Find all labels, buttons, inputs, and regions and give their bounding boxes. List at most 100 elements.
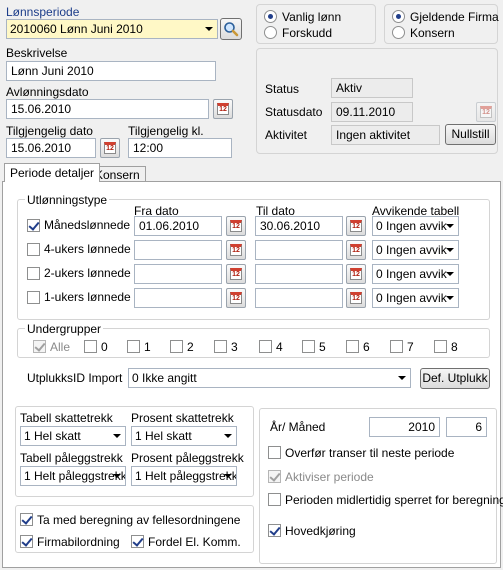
radio-group-company[interactable] [392, 26, 405, 39]
one-week-from-calendar[interactable]: 12 [226, 288, 246, 308]
subgroup-8-checkbox[interactable] [434, 340, 447, 353]
available-date-calendar-button[interactable]: 12 [100, 138, 120, 158]
calendar-icon: 12 [350, 292, 362, 304]
one-week-to-calendar[interactable]: 12 [346, 288, 366, 308]
payout-type-title: Utlønningstype [25, 193, 110, 207]
one-week-deviation-select[interactable]: 0 Ingen avvik [372, 288, 459, 308]
advance-label: Forskudd [282, 26, 333, 40]
two-week-checkbox[interactable] [27, 267, 40, 280]
paydate-label: Avlønningsdato [6, 85, 89, 99]
paydate-field[interactable]: 15.06.2010 [6, 99, 209, 119]
monthly-checkbox[interactable] [27, 219, 40, 232]
four-week-deviation-select[interactable]: 0 Ingen avvik [372, 240, 459, 260]
four-week-label: 4-ukers lønnede [44, 242, 131, 256]
transfer-checkbox[interactable] [268, 446, 281, 459]
main-run-checkbox[interactable] [268, 524, 281, 537]
four-week-from-field[interactable] [134, 240, 222, 260]
period-locked-checkbox[interactable] [268, 493, 281, 506]
chevron-down-icon [113, 474, 121, 478]
available-date-field[interactable]: 15.06.2010 [6, 138, 96, 158]
year-field[interactable]: 2010 [369, 417, 440, 437]
calendar-icon: 12 [104, 142, 116, 154]
month-field[interactable]: 6 [446, 417, 487, 437]
subgroup-0-label: 0 [101, 340, 108, 354]
one-week-to-field[interactable] [255, 288, 343, 308]
import-label: UtplukksID Import [27, 371, 123, 385]
subgroup-5-checkbox[interactable] [302, 340, 315, 353]
two-week-deviation-select[interactable]: 0 Ingen avvik [372, 264, 459, 284]
available-time-field[interactable]: 12:00 [128, 138, 232, 158]
period-value: 2010060 Lønn Juni 2010 [10, 22, 143, 36]
status-field: Aktiv [331, 78, 413, 98]
subgroup-7-label: 7 [407, 340, 414, 354]
group-company-label: Konsern [410, 26, 455, 40]
statusdate-field: 09.11.2010 [331, 102, 413, 122]
calendar-icon: 12 [480, 106, 492, 118]
define-selection-button[interactable]: Def. Utplukk [420, 368, 490, 389]
calendar-icon: 12 [230, 220, 242, 232]
subgroup-all-label: Alle [50, 340, 71, 354]
lien-pct-select[interactable]: 1 Helt påleggstrekk [131, 466, 237, 486]
four-week-to-field[interactable] [255, 240, 343, 260]
paydate-calendar-button[interactable]: 12 [213, 99, 233, 119]
subgroup-7-checkbox[interactable] [390, 340, 403, 353]
regular-pay-label: Vanlig lønn [282, 10, 342, 24]
subgroup-0-checkbox[interactable] [84, 340, 97, 353]
radio-regular-pay[interactable] [264, 10, 277, 23]
one-week-from-field[interactable] [134, 288, 222, 308]
monthly-to-field[interactable]: 30.06.2010 [255, 216, 343, 236]
calendar-icon: 12 [230, 268, 242, 280]
two-week-to-field[interactable] [255, 264, 343, 284]
four-week-to-calendar[interactable]: 12 [346, 240, 366, 260]
chevron-down-icon [224, 474, 232, 478]
monthly-from-calendar[interactable]: 12 [226, 216, 246, 236]
tax-table-select[interactable]: 1 Hel skatt [20, 426, 126, 446]
monthly-to-calendar[interactable]: 12 [346, 216, 366, 236]
company-car-checkbox[interactable] [20, 535, 33, 548]
calendar-icon: 12 [350, 244, 362, 256]
period-locked-label: Perioden midlertidig sperret for beregni… [285, 493, 503, 507]
two-week-to-calendar[interactable]: 12 [346, 264, 366, 284]
import-select[interactable]: 0 Ikke angitt [128, 368, 411, 388]
subgroup-4-label: 4 [276, 340, 283, 354]
one-week-checkbox[interactable] [27, 291, 40, 304]
lien-table-select[interactable]: 1 Helt påleggstrekk [20, 466, 126, 486]
activity-field: Ingen aktivitet [331, 125, 440, 145]
period-select[interactable]: 2010060 Lønn Juni 2010 [6, 19, 218, 39]
reset-button[interactable]: Nullstill [445, 124, 496, 145]
tab-period-details[interactable]: Periode detaljer [4, 163, 101, 182]
tax-pct-label: Prosent skattetrekk [131, 411, 234, 425]
monthly-from-field[interactable]: 01.06.2010 [134, 216, 222, 236]
transfer-label: Overfør transer til neste periode [285, 446, 455, 460]
chevron-down-icon [398, 376, 406, 380]
two-week-from-field[interactable] [134, 264, 222, 284]
four-week-deviation-value: 0 Ingen avvik [376, 243, 447, 257]
company-car-label: Firmabilordning [37, 535, 120, 549]
subgroup-3-checkbox[interactable] [214, 340, 227, 353]
subgroup-2-checkbox[interactable] [170, 340, 183, 353]
period-search-button[interactable] [220, 18, 242, 40]
radio-current-company[interactable] [392, 10, 405, 23]
subgroups-title: Undergrupper [25, 322, 104, 336]
subgroup-4-checkbox[interactable] [259, 340, 272, 353]
distribute-el-checkbox[interactable] [131, 535, 144, 548]
subgroup-6-checkbox[interactable] [346, 340, 359, 353]
available-time-label: Tilgjengelig kl. [128, 124, 204, 138]
subgroup-1-checkbox[interactable] [127, 340, 140, 353]
description-field[interactable]: Lønn Juni 2010 [6, 61, 216, 81]
activity-label: Aktivitet [265, 128, 308, 142]
four-week-checkbox[interactable] [27, 243, 40, 256]
monthly-deviation-select[interactable]: 0 Ingen avvik [372, 216, 459, 236]
chevron-down-icon [446, 272, 454, 276]
include-common-label: Ta med beregning av fellesordningene [37, 513, 241, 527]
tax-pct-select[interactable]: 1 Hel skatt [131, 426, 237, 446]
calendar-icon: 12 [350, 220, 362, 232]
chevron-down-icon [446, 296, 454, 300]
four-week-from-calendar[interactable]: 12 [226, 240, 246, 260]
lien-pct-value: 1 Helt påleggstrekk [135, 469, 237, 483]
calendar-icon: 12 [230, 292, 242, 304]
two-week-from-calendar[interactable]: 12 [226, 264, 246, 284]
description-label: Beskrivelse [6, 46, 68, 60]
radio-advance[interactable] [264, 26, 277, 39]
include-common-checkbox[interactable] [20, 513, 33, 526]
